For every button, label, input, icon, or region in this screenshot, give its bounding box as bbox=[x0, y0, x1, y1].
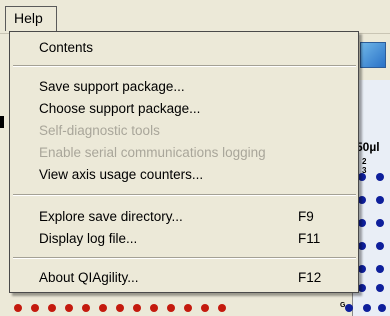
well-dot bbox=[358, 173, 366, 181]
well-dot bbox=[358, 284, 366, 292]
menu-item-view-axis-usage-counters[interactable]: View axis usage counters... bbox=[11, 164, 357, 186]
well-dot bbox=[358, 265, 366, 273]
menu-item-contents[interactable]: Contents bbox=[11, 37, 357, 59]
well-dot bbox=[150, 304, 158, 312]
well-dot bbox=[376, 219, 384, 227]
well-dot bbox=[99, 304, 107, 312]
menu-item-explore-save-directory[interactable]: Explore save directory... F9 bbox=[11, 206, 357, 228]
well-dot bbox=[376, 196, 384, 204]
menu-item-label: Enable serial communications logging bbox=[39, 145, 266, 160]
plate-volume-label: 50µl bbox=[356, 140, 380, 154]
menu-separator bbox=[13, 65, 356, 67]
left-edge-marker bbox=[0, 116, 4, 128]
menu-item-label: Self-diagnostic tools bbox=[39, 123, 160, 138]
menu-item-shortcut: F12 bbox=[298, 270, 322, 285]
well-dot bbox=[358, 196, 366, 204]
well-dot bbox=[376, 284, 384, 292]
well-dot bbox=[376, 173, 384, 181]
well-dot bbox=[82, 304, 90, 312]
plate-column-labels: 2 3 bbox=[362, 157, 373, 175]
well-dot bbox=[31, 304, 39, 312]
well-dot bbox=[201, 304, 209, 312]
menu-item-shortcut: F9 bbox=[298, 209, 314, 224]
help-dropdown-menu: Contents Save support package... Choose … bbox=[9, 31, 359, 293]
menu-item-about-qiagility[interactable]: About QIAgility... F12 bbox=[11, 267, 357, 289]
toolbar-arrow-icon[interactable] bbox=[360, 42, 386, 68]
menu-separator bbox=[13, 194, 356, 196]
menu-item-label: Choose support package... bbox=[39, 101, 201, 116]
well-dot bbox=[376, 242, 384, 250]
well-dot bbox=[363, 304, 371, 312]
plate-row-label: G bbox=[340, 302, 346, 309]
well-dot bbox=[358, 219, 366, 227]
well-dot bbox=[14, 304, 22, 312]
well-dot bbox=[133, 304, 141, 312]
menu-item-shortcut: F11 bbox=[298, 231, 321, 246]
menu-item-label: Explore save directory... bbox=[39, 209, 183, 224]
menu-item-label: View axis usage counters... bbox=[39, 167, 204, 182]
menu-bar bbox=[0, 0, 390, 34]
menu-item-label: Display log file... bbox=[39, 231, 138, 246]
well-dot bbox=[218, 304, 226, 312]
well-dot bbox=[65, 304, 73, 312]
menu-item-label: Save support package... bbox=[39, 79, 185, 94]
well-dot bbox=[184, 304, 192, 312]
well-dot bbox=[376, 265, 384, 273]
well-dot bbox=[48, 304, 56, 312]
menu-item-choose-support-package[interactable]: Choose support package... bbox=[11, 98, 357, 120]
well-dot bbox=[358, 242, 366, 250]
help-menu[interactable]: Help bbox=[5, 6, 57, 31]
well-dot bbox=[116, 304, 124, 312]
menu-item-enable-serial-logging: Enable serial communications logging bbox=[11, 142, 357, 164]
well-dot bbox=[378, 304, 386, 312]
menu-separator bbox=[13, 257, 356, 259]
menu-item-self-diagnostic-tools: Self-diagnostic tools bbox=[11, 120, 357, 142]
menu-item-display-log-file[interactable]: Display log file... F11 bbox=[11, 228, 357, 250]
menu-item-save-support-package[interactable]: Save support package... bbox=[11, 76, 357, 98]
well-dot bbox=[167, 304, 175, 312]
menu-item-label: About QIAgility... bbox=[39, 270, 139, 285]
well-dot bbox=[345, 304, 353, 312]
menu-item-label: Contents bbox=[39, 40, 94, 55]
